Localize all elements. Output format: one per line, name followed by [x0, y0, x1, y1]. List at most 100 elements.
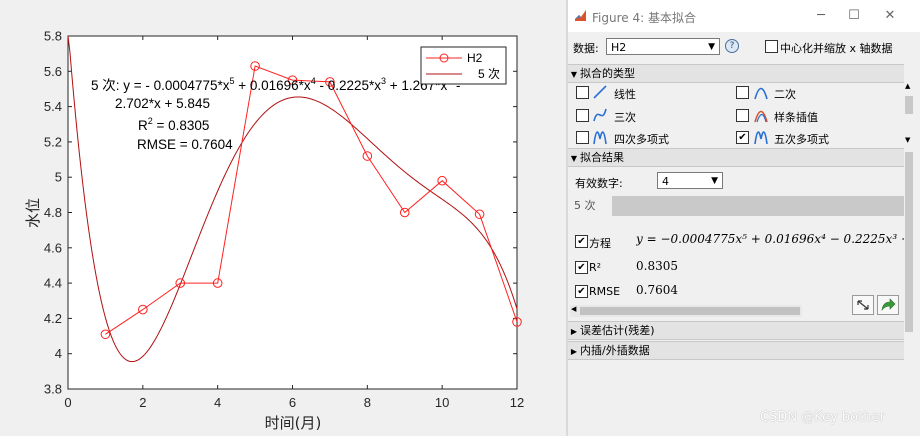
r2-label: R² — [589, 261, 602, 274]
cubic-fit-icon — [593, 108, 607, 122]
chevron-right-icon: ▶ — [570, 347, 578, 356]
fit-type-checkbox-linear[interactable] — [576, 86, 589, 99]
chart-svg: 0 2 4 6 8 10 12 3.844.24.44.64.855.25.45.65.8 … — [24, 29, 524, 433]
x-tick-labels: 0 2 4 6 8 10 12 — [64, 395, 524, 410]
legend-fit-label: 5 次 — [478, 67, 500, 81]
fit-type-label-spline: 样条插值 — [774, 111, 818, 124]
fit-equation-line2: 2.702*x + 5.845 — [115, 96, 210, 111]
y-tick-label: 5.8 — [44, 29, 62, 44]
fit-type-label-quintic: 五次多项式 — [774, 133, 829, 146]
fit-rmse-annotation: RMSE = 0.7604 — [137, 137, 233, 152]
minimize-button[interactable]: ─ — [810, 6, 832, 26]
y-tick-label: 4.4 — [44, 276, 62, 291]
result-tab-label: 5 次 — [574, 199, 596, 212]
fit-results-section-header[interactable]: ▼ 拟合结果 — [568, 148, 904, 167]
rmse-label: RMSE — [589, 285, 621, 298]
y-tick-label: 5 — [55, 170, 62, 185]
equation-value-clip: y = −0.0004775x⁵ + 0.01696x⁴ − 0.2225x³ … — [636, 230, 904, 250]
x-tick-label: 4 — [214, 395, 221, 410]
data-select[interactable]: H2 ▼ — [606, 38, 720, 55]
figure-plot-pane: 0 2 4 6 8 10 12 3.8 4 4.2 4.4 4.6 4.8 5 5.2 5.4 5.6 5.8 … — [0, 0, 566, 436]
expand-icon — [857, 300, 869, 310]
linear-fit-icon — [593, 85, 607, 99]
legend[interactable]: H2 5 次 — [420, 46, 507, 85]
fit-types-scroll-thumb[interactable] — [905, 96, 913, 114]
interp-header-label: 内插/外插数据 — [580, 344, 650, 357]
x-tick-label: 6 — [289, 395, 296, 410]
result-tab-strip — [570, 196, 904, 216]
fit-type-label-linear: 线性 — [614, 88, 636, 101]
x-axis-label: 时间(月) — [265, 414, 322, 432]
show-rmse-checkbox[interactable]: ✔ — [575, 285, 588, 298]
y-axis-label: 水位 — [24, 198, 42, 228]
equation-label: 方程 — [589, 237, 611, 250]
scroll-down-icon: ▼ — [905, 136, 911, 144]
maximize-button[interactable]: ☐ — [843, 6, 865, 26]
center-scale-checkbox[interactable] — [765, 40, 778, 53]
results-hscroll-thumb[interactable] — [580, 307, 800, 315]
x-tick-label: 8 — [364, 395, 371, 410]
chevron-right-icon: ▶ — [570, 327, 578, 336]
dialog-title: Figure 4: 基本拟合 — [592, 11, 696, 25]
y-tick-label: 3.8 — [44, 382, 62, 397]
y-tick-label: 5.4 — [44, 99, 62, 114]
fit-results-header-label: 拟合结果 — [580, 151, 624, 164]
data-select-value: H2 — [611, 41, 627, 54]
y-tick-label: 5.2 — [44, 134, 62, 149]
x-tick-label: 0 — [64, 395, 71, 410]
r2-value: 0.8305 — [636, 259, 678, 273]
fit-type-label-cubic: 三次 — [614, 111, 636, 124]
fit-type-checkbox-cubic[interactable] — [576, 109, 589, 122]
fit-types-scrollbar[interactable]: ▲ ▼ — [904, 82, 914, 146]
y-tick-labels: 3.8 4 4.2 4.4 4.6 4.8 5 5.2 5.4 5.6 5.8 — [44, 29, 62, 397]
export-to-workspace-button[interactable] — [877, 295, 899, 315]
dialog-titlebar[interactable]: Figure 4: 基本拟合 ─ ☐ ✕ — [568, 0, 920, 32]
results-hscrollbar[interactable]: ◀ — [570, 305, 802, 317]
help-icon[interactable]: ? — [725, 39, 739, 53]
sig-digits-value: 4 — [662, 175, 669, 188]
result-tab-quintic[interactable]: 5 次 — [570, 196, 612, 216]
equation-value: y = −0.0004775x⁵ + 0.01696x⁴ − 0.2225x³ … — [636, 232, 904, 246]
chevron-down-icon: ▼ — [711, 176, 718, 186]
quadratic-fit-icon — [754, 87, 768, 100]
fit-type-checkbox-spline[interactable] — [736, 109, 749, 122]
legend-h2-label: H2 — [467, 51, 483, 65]
y-tick-label: 4.6 — [44, 240, 62, 255]
fit-type-checkbox-quadratic[interactable] — [736, 86, 749, 99]
y-tick-label: 4 — [55, 346, 62, 361]
results-vscroll-thumb[interactable] — [905, 152, 913, 332]
fit-type-label-quadratic: 二次 — [774, 88, 796, 101]
quintic-fit-icon — [754, 131, 768, 145]
scroll-left-icon: ◀ — [571, 305, 577, 313]
residuals-section-header[interactable]: ▶ 误差估计(残差) — [568, 321, 904, 340]
y-tick-label: 5.6 — [44, 64, 62, 79]
rmse-value: 0.7604 — [636, 283, 678, 297]
results-vscrollbar[interactable] — [904, 148, 914, 346]
quartic-fit-icon — [593, 131, 607, 145]
fit-types-header-label: 拟合的类型 — [580, 67, 635, 80]
show-equation-checkbox[interactable]: ✔ — [575, 235, 588, 248]
center-scale-label: 中心化并缩放 x 轴数据 — [780, 42, 893, 55]
x-tick-label: 10 — [435, 395, 449, 410]
chevron-down-icon: ▼ — [708, 42, 715, 52]
y-tick-label: 4.8 — [44, 205, 62, 220]
interp-section-header[interactable]: ▶ 内插/外插数据 — [568, 341, 904, 360]
watermark: CSDN @Key bother — [760, 410, 885, 425]
fit-equation-line1: 5 次: y = - 0.0004775*x5 + 0.01696*x4 - 0… — [91, 76, 460, 93]
expand-results-button[interactable] — [852, 295, 874, 315]
y-tick-label: 4.2 — [44, 311, 62, 326]
show-r2-checkbox[interactable]: ✔ — [575, 261, 588, 274]
close-button[interactable]: ✕ — [879, 6, 901, 26]
export-arrow-icon — [881, 298, 896, 312]
data-label: 数据: — [573, 42, 599, 55]
chevron-down-icon: ▼ — [570, 154, 578, 163]
fit-type-checkbox-quintic[interactable]: ✔ — [736, 131, 749, 144]
chevron-down-icon: ▼ — [570, 70, 578, 79]
matlab-logo-icon — [575, 10, 586, 21]
fit-types-section-header[interactable]: ▼ 拟合的类型 — [568, 64, 904, 83]
sig-digits-label: 有效数字: — [575, 177, 623, 190]
sig-digits-select[interactable]: 4 ▼ — [657, 172, 723, 189]
x-tick-label: 12 — [510, 395, 524, 410]
scroll-up-icon: ▲ — [905, 82, 911, 90]
fit-type-checkbox-quartic[interactable] — [576, 131, 589, 144]
